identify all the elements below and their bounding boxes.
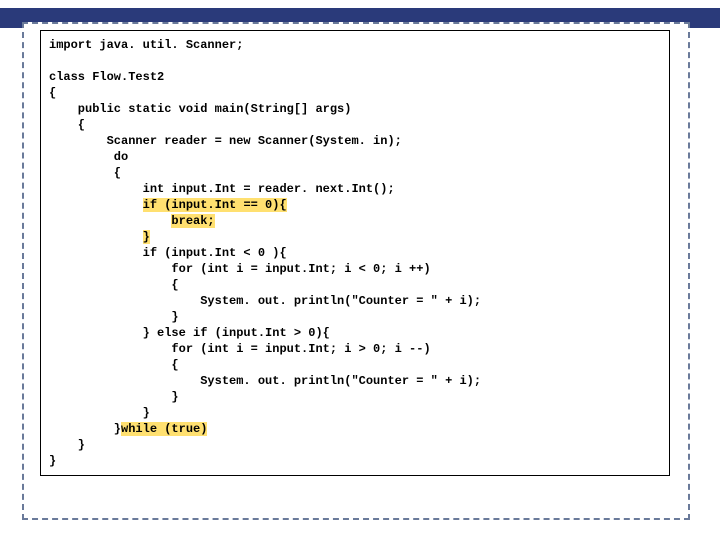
code-line: int input.Int = reader. next.Int(); bbox=[49, 182, 395, 196]
code-line: import java. util. Scanner; bbox=[49, 38, 243, 52]
code-line: public static void main(String[] args) bbox=[49, 102, 351, 116]
code-line: for (int i = input.Int; i > 0; i --) bbox=[49, 342, 431, 356]
code-line: class Flow.Test2 bbox=[49, 70, 164, 84]
highlight-while-true: while (true) bbox=[121, 422, 207, 436]
code-line: { bbox=[49, 166, 121, 180]
code-line: System. out. println("Counter = " + i); bbox=[49, 374, 481, 388]
highlight-if-zero: if (input.Int == 0){ bbox=[143, 198, 287, 212]
code-line-indent bbox=[49, 230, 143, 244]
code-line: if (input.Int < 0 ){ bbox=[49, 246, 287, 260]
code-line: System. out. println("Counter = " + i); bbox=[49, 294, 481, 308]
highlight-close-brace: } bbox=[143, 230, 150, 244]
highlight-break: break; bbox=[171, 214, 214, 228]
code-line: { bbox=[49, 358, 179, 372]
code-line: } else if (input.Int > 0){ bbox=[49, 326, 330, 340]
code-line: { bbox=[49, 278, 179, 292]
code-line-indent: } bbox=[49, 422, 121, 436]
code-line: Scanner reader = new Scanner(System. in)… bbox=[49, 134, 402, 148]
code-box: import java. util. Scanner; class Flow.T… bbox=[40, 30, 670, 476]
code-line-indent bbox=[49, 198, 143, 212]
code-line: } bbox=[49, 454, 56, 468]
code-line-indent bbox=[49, 214, 171, 228]
code-block: import java. util. Scanner; class Flow.T… bbox=[49, 37, 661, 469]
code-line: } bbox=[49, 390, 179, 404]
code-line: do bbox=[49, 150, 128, 164]
code-line: { bbox=[49, 86, 56, 100]
code-line: for (int i = input.Int; i < 0; i ++) bbox=[49, 262, 431, 276]
code-line: } bbox=[49, 406, 150, 420]
code-line: } bbox=[49, 438, 85, 452]
code-line: { bbox=[49, 118, 85, 132]
code-line: } bbox=[49, 310, 179, 324]
